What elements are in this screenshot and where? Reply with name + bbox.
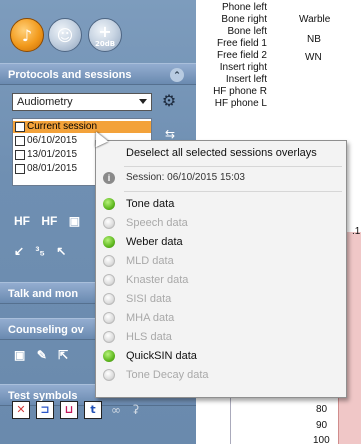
stimulus-label[interactable]: NB <box>307 34 321 45</box>
stimulus-label[interactable]: WN <box>305 52 322 63</box>
menu-item-mha-data[interactable]: MHA data <box>96 309 346 327</box>
axis-tick-label: 80 <box>316 404 328 415</box>
menu-item-label: Tone Decay data <box>126 369 209 381</box>
session-header: i Session: 06/10/2015 15:03 <box>96 169 346 187</box>
tool-row-2: ↙ ³₅ ↖ <box>14 244 74 264</box>
session-label: 06/10/2015 <box>27 135 78 146</box>
status-off-icon <box>103 293 115 305</box>
section-protocols[interactable]: Protocols and sessions ⌃ <box>0 63 196 85</box>
output-label[interactable]: Bone right <box>221 14 267 25</box>
section-counseling-label: Counseling ov <box>8 324 84 336</box>
status-off-icon <box>103 255 115 267</box>
speech-audiometry-button[interactable]: ☺ <box>48 18 82 52</box>
stimulus-label[interactable]: Warble <box>299 14 330 25</box>
session-checkbox[interactable] <box>15 136 25 146</box>
output-label[interactable]: Bone left <box>228 26 267 37</box>
menu-item-label: SISI data <box>126 293 172 305</box>
menu-separator <box>124 166 342 167</box>
status-off-icon <box>103 331 115 343</box>
chevron-down-icon <box>139 99 147 104</box>
protocol-select-value: Audiometry <box>17 96 73 108</box>
output-label[interactable]: Free field 2 <box>217 50 267 61</box>
session-label: Current session <box>27 121 98 132</box>
speech-head-icon: ☺ <box>56 25 74 45</box>
output-label[interactable]: Phone left <box>222 2 267 13</box>
menu-item-sisi-data[interactable]: SISI data <box>96 290 346 308</box>
plus-20db-icon: + 20dB <box>89 19 121 51</box>
session-item[interactable]: Current session <box>13 121 151 133</box>
output-label[interactable]: HF phone L <box>215 98 267 109</box>
chevron-up-icon[interactable]: ⌃ <box>170 68 184 82</box>
menu-item-label: HLS data <box>126 331 172 343</box>
session-checkbox[interactable] <box>15 150 25 160</box>
status-on-icon <box>103 198 115 210</box>
status-off-icon <box>103 369 115 381</box>
hfz-button[interactable]: HF <box>41 214 57 228</box>
session-checkbox[interactable] <box>15 122 25 132</box>
arrow-up-icon[interactable]: ↖ <box>56 244 66 258</box>
session-context-menu: Deselect all selected sessions overlays … <box>95 140 347 398</box>
menu-item-tone-data[interactable]: Tone data <box>96 195 346 213</box>
ear-icon[interactable]: ʡ <box>128 402 144 418</box>
menu-item-label: Weber data <box>126 236 183 248</box>
output-label[interactable]: Insert left <box>226 74 267 85</box>
mask-icon[interactable]: ▣ <box>69 214 80 228</box>
axis-tick-label: 90 <box>316 420 328 431</box>
monitor-icon[interactable]: ▣ <box>14 348 25 362</box>
menu-item-label: Tone data <box>126 198 175 210</box>
plus-glyph: + <box>98 22 112 41</box>
symbol-u-icon[interactable]: ⊔ <box>60 401 78 419</box>
section-talk-label: Talk and mon <box>8 288 79 300</box>
menu-item-speech-data[interactable]: Speech data <box>96 214 346 232</box>
menu-item-weber-data[interactable]: Weber data <box>96 233 346 251</box>
menu-separator <box>124 191 342 192</box>
output-label[interactable]: Free field 1 <box>217 38 267 49</box>
music-note-icon: ♪ <box>21 25 33 45</box>
menu-item-label: MLD data <box>126 255 174 267</box>
loop-icon[interactable]: ∞ <box>108 402 124 418</box>
status-off-icon <box>103 274 115 286</box>
symbol-bracket-icon[interactable]: ⊐ <box>36 401 54 419</box>
info-icon: i <box>103 172 115 184</box>
symbol-x-icon[interactable]: ✕ <box>12 401 30 419</box>
menu-item-label: QuickSIN data <box>126 350 197 362</box>
menu-item-tone-decay-data[interactable]: Tone Decay data <box>96 366 346 384</box>
protocol-select[interactable]: Audiometry <box>12 93 152 111</box>
menu-item-quicksin-data[interactable]: QuickSIN data <box>96 347 346 365</box>
session-checkbox[interactable] <box>15 164 25 174</box>
gear-icon[interactable]: ⚙ <box>158 90 180 112</box>
menu-item-label: Speech data <box>126 217 188 229</box>
output-label[interactable]: HF phone R <box>213 86 267 97</box>
session-label: 08/01/2015 <box>27 163 78 174</box>
plus-20db-button[interactable]: + 20dB <box>88 18 122 52</box>
hf-button[interactable]: HF <box>14 214 30 228</box>
status-on-icon <box>103 236 115 248</box>
axis-label: .1 <box>352 226 361 237</box>
status-off-icon <box>103 312 115 324</box>
output-label[interactable]: Insert right <box>220 62 267 73</box>
tool-row-hf: HF HF ▣ <box>14 214 88 234</box>
edit-icon[interactable]: ✎ <box>37 348 47 362</box>
menu-item-label: MHA data <box>126 312 175 324</box>
section-protocols-label: Protocols and sessions <box>8 69 132 81</box>
menu-item-knaster-data[interactable]: Knaster data <box>96 271 346 289</box>
session-header-label: Session: 06/10/2015 15:03 <box>126 172 245 183</box>
20db-glyph: 20dB <box>94 40 116 48</box>
menu-item-label: Knaster data <box>126 274 189 286</box>
axis-tick-label: 100 <box>313 435 330 444</box>
pointer-icon[interactable]: ⇱ <box>58 348 68 362</box>
status-off-icon <box>103 217 115 229</box>
status-on-icon <box>103 350 115 362</box>
menu-item-hls-data[interactable]: HLS data <box>96 328 346 346</box>
deselect-all-menu-item[interactable]: Deselect all selected sessions overlays <box>96 144 346 162</box>
arrow-icon[interactable]: ↙ <box>14 244 24 258</box>
tone-audiometry-button[interactable]: ♪ <box>10 18 44 52</box>
counseling-tools: ▣ ✎ ⇱ <box>14 348 76 368</box>
menu-item-mld-data[interactable]: MLD data <box>96 252 346 270</box>
symbol-t-icon[interactable]: t <box>84 401 102 419</box>
session-label: 13/01/2015 <box>27 149 78 160</box>
fraction-icon[interactable]: ³₅ <box>35 244 45 258</box>
